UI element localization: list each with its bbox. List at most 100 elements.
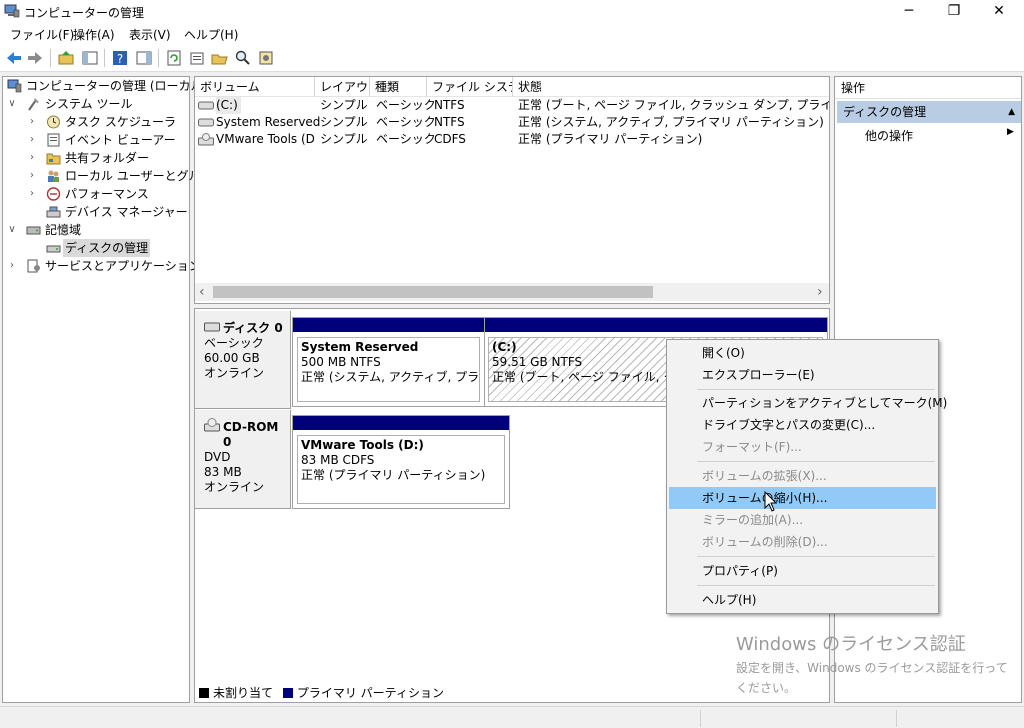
tree-label: ディスクの管理 [63, 239, 151, 257]
chevron-right-icon[interactable]: › [27, 167, 37, 185]
tree-label: 記憶域 [45, 223, 82, 237]
forward-icon[interactable] [26, 49, 44, 67]
chevron-down-icon[interactable]: ∨ [7, 95, 17, 113]
volume-list: ボリューム レイアウト 種類 ファイル システム 状態 (C:) シンプル ベー… [194, 76, 830, 304]
performance-icon [46, 187, 61, 201]
legend-unallocated-swatch [199, 688, 209, 698]
chevron-right-icon[interactable]: › [7, 257, 17, 275]
partition-system-reserved[interactable]: System Reserved 500 MB NTFS 正常 (システム, アク… [292, 317, 485, 407]
scrollbar-thumb[interactable] [213, 286, 653, 298]
status-bar-separator [896, 710, 897, 727]
computer-management-icon [7, 79, 22, 93]
chevron-right-icon[interactable]: › [27, 113, 37, 131]
partition-name: System Reserved [301, 340, 419, 354]
partition-bar [293, 416, 509, 430]
show-hide-tree-icon[interactable] [81, 49, 99, 67]
volume-layout: シンプル [320, 98, 368, 112]
disk-icon [46, 245, 61, 253]
context-menu: 開く(O) エクスプローラー(E) パーティションをアクティブとしてマーク(M)… [666, 339, 947, 614]
menu-file[interactable]: ファイル(F) [10, 26, 74, 43]
actions-more-label: 他の操作 [865, 129, 914, 143]
title-bar: コンピューターの管理 ─ ❐ ✕ [0, 0, 1024, 24]
menu-separator [697, 389, 935, 390]
menu-item-change-drive-letter[interactable]: ドライブ文字とパスの変更(C)... [669, 414, 936, 436]
cd-drive-icon [198, 133, 214, 146]
watermark-text: 設定を開き、Windows のライセンス認証を行ってください。 [736, 661, 1008, 695]
column-header-type[interactable]: 種類 [370, 77, 427, 97]
menu-item-format[interactable]: フォーマット(F)... [669, 436, 936, 458]
column-header-status[interactable]: 状態 [513, 77, 829, 97]
cdrom0-label[interactable]: CD-ROM 0 DVD 83 MB オンライン [195, 410, 291, 509]
table-row[interactable]: VMware Tools (D:) シンプル ベーシック CDFS 正常 (プラ… [195, 131, 829, 148]
chevron-right-icon[interactable]: › [27, 149, 37, 167]
partition-bar [485, 318, 827, 332]
chevron-right-icon[interactable]: › [27, 131, 37, 149]
menu-view[interactable]: 表示(V) [129, 26, 171, 43]
menu-item-open[interactable]: 開く(O) [669, 342, 936, 364]
maximize-button[interactable]: ❐ [931, 0, 977, 24]
back-icon[interactable] [5, 49, 23, 67]
partition-status: 正常 (システム, アクティブ, プライマリ パーティション) [301, 370, 480, 384]
submenu-arrow-icon: ▶ [1007, 127, 1014, 137]
search-icon[interactable] [234, 49, 252, 67]
menu-help[interactable]: ヘルプ(H) [184, 26, 238, 43]
volume-layout: シンプル [320, 115, 368, 129]
actions-section-disk-management[interactable]: ディスクの管理 ▲ [837, 101, 1021, 123]
partition-size: 500 MB NTFS [301, 355, 381, 369]
menu-action[interactable]: 操作(A) [73, 26, 115, 43]
disk-name: CD-ROM 0 [204, 418, 290, 450]
actions-more[interactable]: 他の操作 ▶ [865, 127, 1014, 144]
menu-item-mark-active[interactable]: パーティションをアクティブとしてマーク(M) [669, 392, 947, 414]
settings-icon[interactable] [257, 49, 275, 67]
menu-bar: ファイル(F) 操作(A) 表示(V) ヘルプ(H) [0, 24, 1024, 44]
column-header-volume[interactable]: ボリューム [195, 77, 315, 97]
disk-size: 60.00 GB [204, 351, 260, 365]
toolbar: ? [0, 44, 1024, 72]
tree-label: コンピューターの管理 (ローカル) [26, 79, 208, 93]
volume-type: ベーシック [376, 115, 436, 129]
partition-status: 正常 (プライマリ パーティション) [301, 468, 486, 482]
chevron-down-icon[interactable]: ∨ [7, 221, 17, 239]
open-folder-icon[interactable] [211, 49, 229, 67]
status-bar-separator [700, 710, 701, 727]
help-icon[interactable]: ? [111, 49, 129, 67]
menu-item-explore[interactable]: エクスプローラー(E) [669, 364, 936, 386]
up-folder-icon[interactable] [57, 49, 75, 67]
disk-state: オンライン [204, 366, 265, 380]
volume-fs: NTFS [434, 115, 465, 129]
storage-icon [26, 226, 41, 235]
close-button[interactable]: ✕ [976, 0, 1022, 24]
horizontal-scrollbar[interactable]: ‹ › [195, 283, 829, 301]
activation-watermark: Windows のライセンス認証 設定を開き、Windows のライセンス認証を… [736, 630, 1016, 698]
partition-info: VMware Tools (D:) 83 MB CDFS 正常 (プライマリ パ… [297, 435, 505, 504]
disk0-label[interactable]: ディスク 0 ベーシック 60.00 GB オンライン [195, 311, 291, 409]
menu-item-shrink-volume[interactable]: ボリュームの縮小(H)... [669, 487, 936, 509]
chevron-right-icon[interactable]: › [27, 185, 37, 203]
scroll-left-arrow[interactable]: ‹ [199, 283, 205, 301]
table-row[interactable]: System Reserved シンプル ベーシック NTFS 正常 (システム… [195, 114, 829, 131]
properties-icon[interactable] [188, 49, 206, 67]
navigation-tree: コンピューターの管理 (ローカル) ∨ システム ツール › タスク スケジュー… [2, 76, 224, 703]
menu-item-extend-volume[interactable]: ボリュームの拡張(X)... [669, 465, 936, 487]
show-hide-action-icon[interactable] [135, 49, 153, 67]
legend-primary-swatch [282, 688, 293, 698]
collapse-arrow-icon[interactable]: ▲ [1008, 101, 1015, 123]
menu-item-add-mirror[interactable]: ミラーの追加(A)... [669, 509, 936, 531]
users-icon [48, 170, 59, 182]
column-header-layout[interactable]: レイアウト [315, 77, 370, 97]
table-row[interactable]: (C:) シンプル ベーシック NTFS 正常 (ブート, ページ ファイル, … [195, 97, 829, 114]
menu-item-help[interactable]: ヘルプ(H) [669, 589, 936, 611]
menu-item-delete-volume[interactable]: ボリュームの削除(D)... [669, 531, 936, 553]
menu-separator [697, 461, 935, 462]
menu-item-properties[interactable]: プロパティ(P) [669, 560, 936, 582]
partition-vmware-tools[interactable]: VMware Tools (D:) 83 MB CDFS 正常 (プライマリ パ… [292, 415, 510, 509]
minimize-button[interactable]: ─ [886, 0, 932, 24]
tree-label: システム ツール [45, 97, 133, 111]
column-header-filesystem[interactable]: ファイル システム [427, 77, 513, 97]
tree-label: イベント ビューアー [65, 133, 176, 147]
scroll-right-arrow[interactable]: › [817, 283, 823, 301]
disk-name-text: CD-ROM 0 [223, 420, 279, 449]
refresh-icon[interactable] [165, 49, 183, 67]
cd-drive-icon [204, 418, 220, 432]
toolbar-separator [104, 49, 105, 67]
